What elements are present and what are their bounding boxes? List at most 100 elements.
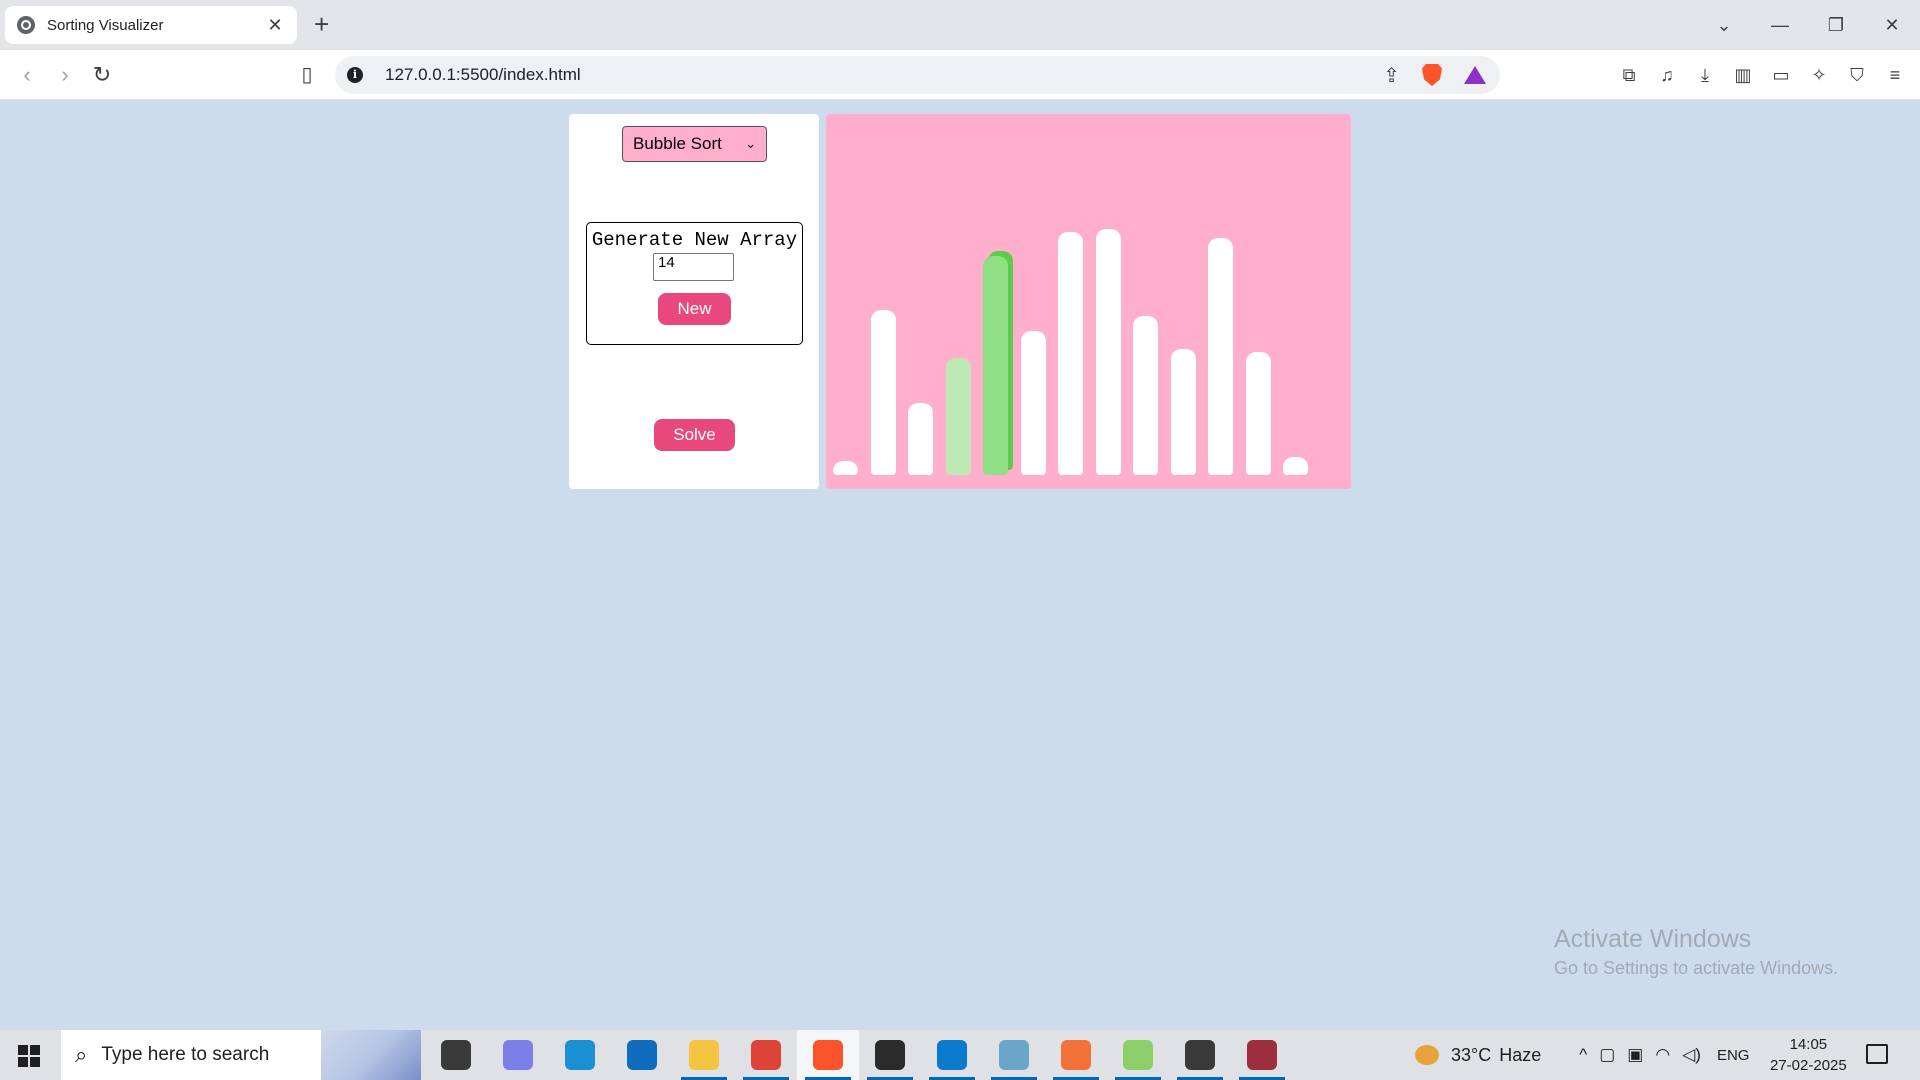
language-indicator[interactable]: ENG [1717,1047,1750,1064]
chevron-up-icon[interactable]: ^ [1579,1045,1587,1065]
array-size-input[interactable]: 14 [653,253,734,281]
taskbar-app[interactable] [1107,1030,1169,1080]
array-bar [1133,316,1158,475]
algorithm-select[interactable]: Bubble Sort ⌄ [622,126,767,162]
winrar-icon [1247,1040,1277,1070]
download-icon[interactable]: ⤓ [1686,65,1724,86]
array-bar [1058,232,1083,475]
brave-icon [813,1040,843,1070]
brave-shields-icon[interactable] [1422,64,1442,86]
reload-icon[interactable]: ↻ [87,62,117,88]
git-app-icon [1123,1040,1153,1070]
sidebar-icon[interactable]: ▥ [1724,65,1762,86]
browser-toolbar: ‹ › ↻ ▯ i 127.0.0.1:5500/index.html ⇪ ⧉ … [0,50,1920,100]
copilot-icon [503,1040,533,1070]
search-placeholder: Type here to search [101,1044,270,1065]
array-bar [1283,457,1308,475]
array-bar [871,310,896,475]
array-bar [983,256,1008,475]
taskbar-apps [425,1030,1293,1080]
share-icon[interactable]: ⇪ [1383,63,1400,88]
bookmark-icon[interactable]: ▯ [292,62,322,87]
bars-panel [826,114,1351,489]
new-array-button[interactable]: New [658,293,731,325]
taskbar-app[interactable] [797,1030,859,1080]
temperature[interactable]: 33°C [1451,1045,1491,1066]
clock-time: 14:05 [1789,1036,1828,1053]
file-explorer-icon [689,1040,719,1070]
terminal-icon [875,1040,905,1070]
taskbar-app[interactable] [1169,1030,1231,1080]
array-bar [1021,331,1046,475]
wifi-icon[interactable]: ◠ [1655,1045,1670,1065]
tab-title: Sorting Visualizer [47,16,164,34]
taskbar-app[interactable] [673,1030,735,1080]
generate-array-title: Generate New Array [591,229,798,251]
search-icon: ⌕ [75,1042,88,1067]
forward-icon[interactable]: › [50,62,80,88]
close-window-icon[interactable]: ✕ [1864,15,1920,36]
chevron-down-icon: ⌄ [745,136,756,151]
back-icon[interactable]: ‹ [12,62,42,88]
media-icon[interactable]: ♫ [1648,65,1686,86]
new-tab-button[interactable]: + [314,10,329,38]
wallet-icon[interactable]: ▭ [1762,65,1800,86]
taskbar-app[interactable] [425,1030,487,1080]
taskbar-app[interactable] [549,1030,611,1080]
weather-icon[interactable] [1415,1045,1439,1065]
taskbar-app[interactable] [1045,1030,1107,1080]
vscode-icon [937,1040,967,1070]
leo-ai-icon[interactable]: ✧ [1800,65,1838,86]
url-text[interactable]: 127.0.0.1:5500/index.html [385,65,1383,85]
browser-tab-bar: Sorting Visualizer ✕ + ⌄ — ❐ ✕ [0,0,1920,50]
array-bar [833,461,858,475]
clock-date: 27-02-2025 [1770,1057,1847,1074]
watermark-subtitle: Go to Settings to activate Windows. [1554,958,1839,978]
minimize-icon[interactable]: — [1752,15,1808,36]
task-view-icon [441,1040,471,1070]
extensions-icon[interactable]: ⧉ [1610,65,1648,86]
site-info-icon[interactable]: i [347,67,363,83]
array-bar [908,403,933,475]
activate-windows-watermark: Activate Windows Go to Settings to activ… [1554,925,1838,979]
controls-panel: Bubble Sort ⌄ Generate New Array 14 New … [569,114,819,489]
address-bar[interactable]: i 127.0.0.1:5500/index.html ⇪ [335,56,1500,94]
meet-now-icon[interactable]: ▢ [1599,1045,1615,1065]
taskbar-app[interactable] [735,1030,797,1080]
generate-array-box: Generate New Array 14 New [586,222,803,345]
chrome-icon [751,1040,781,1070]
array-bar [1246,352,1271,475]
pen-app-icon [999,1040,1029,1070]
search-highlight-image [321,1030,421,1080]
restore-icon[interactable]: ❐ [1808,15,1864,36]
taskbar-app[interactable] [921,1030,983,1080]
weather-text[interactable]: Haze [1499,1045,1541,1066]
array-bar [1208,238,1233,475]
solve-button[interactable]: Solve [654,419,735,451]
brave-rewards-icon[interactable] [1464,66,1486,84]
tab-search-icon[interactable]: ⌄ [1696,15,1752,36]
taskbar-app[interactable] [611,1030,673,1080]
clock[interactable]: 14:05 27-02-2025 [1770,1034,1847,1076]
tab-close-icon[interactable]: ✕ [265,15,285,36]
taskbar-app[interactable] [859,1030,921,1080]
edge-icon [565,1040,595,1070]
sublime-icon [1061,1040,1091,1070]
windows-start-icon[interactable] [18,1045,40,1067]
volume-icon[interactable]: ◁) [1682,1045,1701,1065]
outlook-icon [627,1040,657,1070]
taskbar-search[interactable]: ⌕ Type here to search [61,1030,421,1080]
browser-tab[interactable]: Sorting Visualizer ✕ [5,6,297,44]
notification-icon[interactable] [1866,1044,1888,1064]
taskbar: ⌕ Type here to search 33°C Haze ^ ▢ ▣ ◠ … [0,1030,1920,1080]
watermark-title: Activate Windows [1554,925,1752,953]
taskbar-app[interactable] [1231,1030,1293,1080]
vpn-icon[interactable]: ⛉ [1838,65,1876,86]
array-bar [1171,349,1196,475]
taskbar-app[interactable] [983,1030,1045,1080]
menu-icon[interactable]: ≡ [1876,65,1914,86]
display-icon[interactable]: ▣ [1627,1045,1643,1065]
algorithm-select-value: Bubble Sort [633,134,722,153]
taskbar-app[interactable] [487,1030,549,1080]
array-bar [946,358,971,475]
